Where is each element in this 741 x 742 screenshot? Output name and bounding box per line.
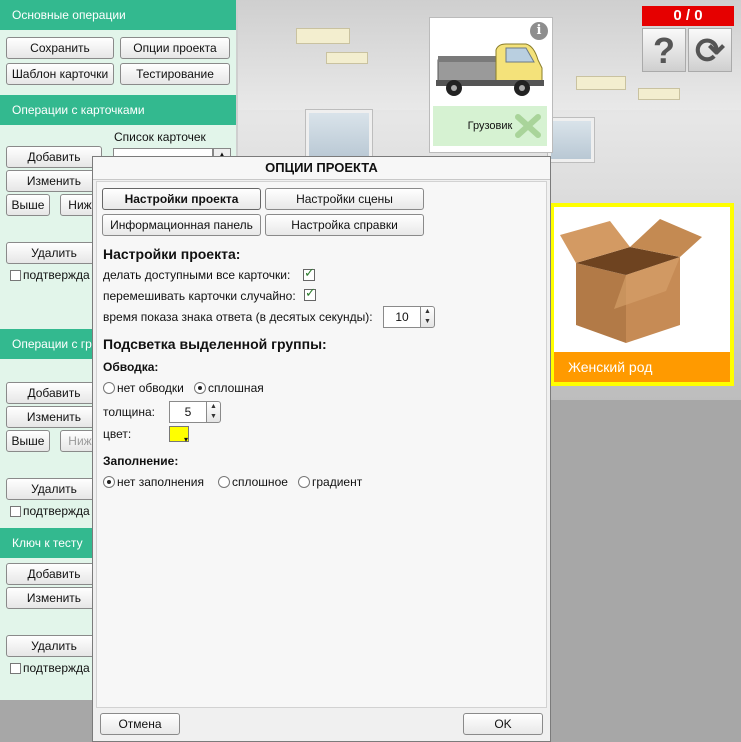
ceiling-light: [326, 52, 368, 64]
thickness-stepper[interactable]: 5 ▲ ▼: [169, 401, 223, 423]
outline-solid-radio[interactable]: [194, 382, 206, 394]
fill-solid-label: сплошное: [232, 475, 288, 489]
color-picker[interactable]: [169, 426, 189, 444]
shuffle-cards-label: перемешивать карточки случайно:: [103, 289, 296, 303]
key-confirm-label: подтвержда: [23, 661, 90, 675]
spin-up-icon[interactable]: ▲: [421, 307, 434, 317]
card-box-caption: Женский род: [554, 352, 730, 382]
testing-button[interactable]: Тестирование: [120, 63, 230, 85]
spin-down-icon[interactable]: ▼: [421, 317, 434, 327]
key-add-button[interactable]: Добавить: [6, 563, 102, 585]
dialog-body: Настройки проекта Настройки сцены Информ…: [96, 181, 547, 708]
answer-time-input[interactable]: 10: [383, 306, 421, 328]
group-edit-button[interactable]: Изменить: [6, 406, 102, 428]
card-confirm-checkbox[interactable]: [10, 270, 21, 281]
color-label: цвет:: [103, 427, 132, 441]
project-options-dialog: ОПЦИИ ПРОЕКТА Настройки проекта Настройк…: [92, 156, 551, 742]
score-display: 0 / 0: [642, 6, 734, 26]
card-box[interactable]: Женский род: [550, 203, 734, 386]
outline-solid-label: сплошная: [208, 381, 264, 395]
answer-time-arrows[interactable]: ▲ ▼: [420, 306, 435, 328]
ceiling-light: [576, 76, 626, 90]
section-header-card-ops: Операции с карточками: [0, 95, 236, 125]
shuffle-cards-checkbox[interactable]: [304, 286, 316, 301]
project-options-button[interactable]: Опции проекта: [120, 37, 230, 59]
scene-window: [306, 110, 372, 162]
card-edit-button[interactable]: Изменить: [6, 170, 102, 192]
truck-image: [436, 43, 544, 96]
project-settings-heading: Настройки проекта:: [103, 246, 241, 262]
card-list-label: Список карточек: [114, 130, 206, 144]
fill-solid-radio[interactable]: [218, 476, 230, 488]
answer-time-stepper[interactable]: 10 ▲ ▼: [383, 306, 437, 328]
wrong-mark-icon: [515, 114, 541, 138]
box-image: [560, 219, 702, 343]
tab-help-settings[interactable]: Настройка справки: [265, 214, 424, 236]
key-edit-button[interactable]: Изменить: [6, 587, 102, 609]
scene-window: [548, 118, 594, 162]
outline-heading: Обводка:: [103, 360, 159, 374]
thickness-arrows[interactable]: ▲ ▼: [206, 401, 221, 423]
card-up-button[interactable]: Выше: [6, 194, 50, 216]
spin-down-icon[interactable]: ▼: [207, 412, 220, 422]
group-delete-button[interactable]: Удалить: [6, 478, 102, 500]
card-truck[interactable]: i Грузовик: [429, 17, 553, 153]
fill-none-radio[interactable]: [103, 476, 115, 488]
card-add-button[interactable]: Добавить: [6, 146, 102, 168]
outline-none-radio[interactable]: [103, 382, 115, 394]
section-header-basic-ops: Основные операции: [0, 0, 236, 30]
cancel-button[interactable]: Отмена: [100, 713, 180, 735]
outline-none-label: нет обводки: [117, 381, 184, 395]
card-template-button[interactable]: Шаблон карточки: [6, 63, 114, 85]
fill-none-label: нет заполнения: [117, 475, 204, 489]
group-confirm-label: подтвержда: [23, 504, 90, 518]
dialog-footer: Отмена OK: [93, 709, 550, 741]
highlight-heading: Подсветка выделенной группы:: [103, 336, 327, 352]
card-confirm-label: подтвержда: [23, 268, 90, 282]
tab-project-settings[interactable]: Настройки проекта: [102, 188, 261, 210]
card-delete-button[interactable]: Удалить: [6, 242, 102, 264]
fill-gradient-label: градиент: [312, 475, 363, 489]
spin-up-icon[interactable]: ▲: [207, 402, 220, 412]
fill-heading: Заполнение:: [103, 454, 179, 468]
ceiling-light: [296, 28, 350, 44]
answer-time-label: время показа знака ответа (в десятых сек…: [103, 310, 373, 324]
tab-info-panel[interactable]: Информационная панель: [102, 214, 261, 236]
ceiling-light: [638, 88, 680, 100]
group-add-button[interactable]: Добавить: [6, 382, 102, 404]
dialog-title: ОПЦИИ ПРОЕКТА: [93, 157, 550, 180]
all-cards-available-checkbox[interactable]: [303, 266, 315, 281]
ok-button[interactable]: OK: [463, 713, 543, 735]
fill-gradient-radio[interactable]: [298, 476, 310, 488]
refresh-icon[interactable]: ⟳: [688, 28, 732, 72]
save-button[interactable]: Сохранить: [6, 37, 114, 59]
key-delete-button[interactable]: Удалить: [6, 635, 102, 657]
thickness-input[interactable]: 5: [169, 401, 207, 423]
thickness-label: толщина:: [103, 405, 155, 419]
tab-scene-settings[interactable]: Настройки сцены: [265, 188, 424, 210]
key-confirm-checkbox[interactable]: [10, 663, 21, 674]
card-truck-label: Грузовик: [467, 120, 513, 132]
question-icon[interactable]: ?: [642, 28, 686, 72]
group-confirm-checkbox[interactable]: [10, 506, 21, 517]
all-cards-available-label: делать доступными все карточки:: [103, 268, 291, 282]
group-up-button[interactable]: Выше: [6, 430, 50, 452]
